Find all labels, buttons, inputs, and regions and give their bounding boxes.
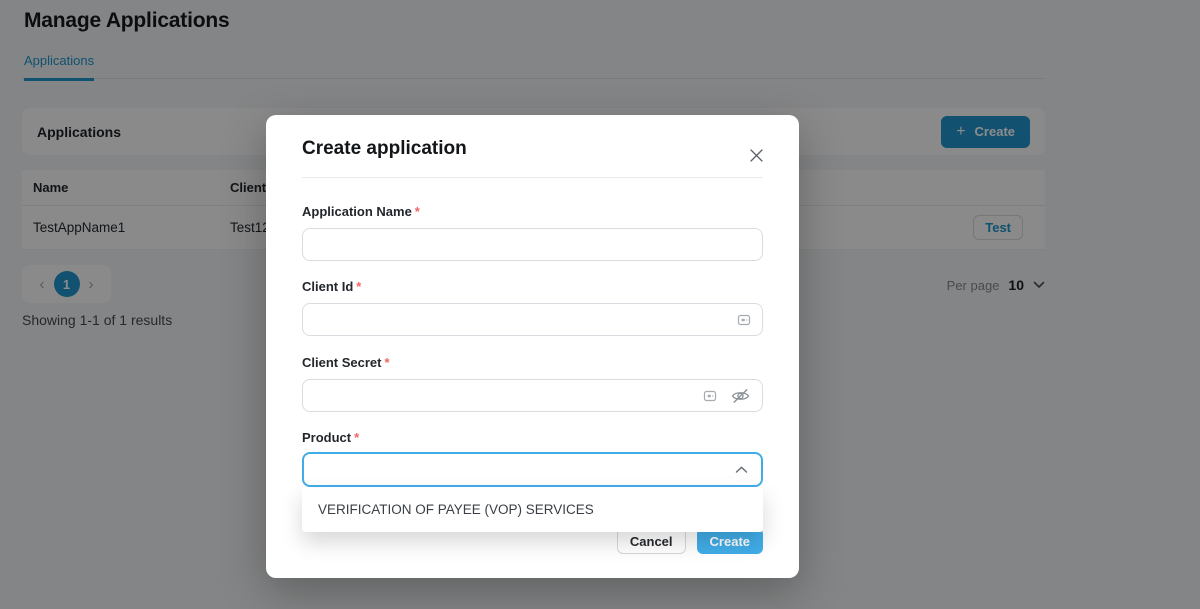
modal-title: Create application: [302, 138, 467, 160]
application-name-field-wrap: [302, 228, 763, 261]
close-icon[interactable]: [747, 146, 765, 164]
eye-slash-icon[interactable]: [731, 387, 750, 404]
create-application-modal: Create application Application Name* Cli…: [266, 115, 799, 578]
chevron-up-icon: [735, 465, 748, 474]
required-asterisk: *: [384, 355, 389, 370]
client-secret-input[interactable]: [303, 380, 762, 411]
product-select[interactable]: [302, 452, 763, 487]
required-asterisk: *: [354, 430, 359, 445]
required-asterisk: *: [356, 279, 361, 294]
client-id-label: Client Id*: [302, 279, 361, 294]
client-id-input[interactable]: [303, 304, 762, 335]
product-dropdown-list: VERIFICATION OF PAYEE (VOP) SERVICES: [302, 487, 763, 532]
client-secret-label: Client Secret*: [302, 355, 390, 370]
client-id-field-wrap: [302, 303, 763, 336]
application-name-label: Application Name*: [302, 204, 420, 219]
product-label: Product*: [302, 430, 359, 445]
client-secret-field-wrap: [302, 379, 763, 412]
password-manager-icon[interactable]: [737, 313, 751, 327]
required-asterisk: *: [415, 204, 420, 219]
dropdown-option-vop[interactable]: VERIFICATION OF PAYEE (VOP) SERVICES: [302, 487, 763, 532]
password-manager-icon[interactable]: [703, 389, 717, 403]
modal-header-divider: [302, 177, 763, 178]
application-name-input[interactable]: [303, 229, 762, 260]
